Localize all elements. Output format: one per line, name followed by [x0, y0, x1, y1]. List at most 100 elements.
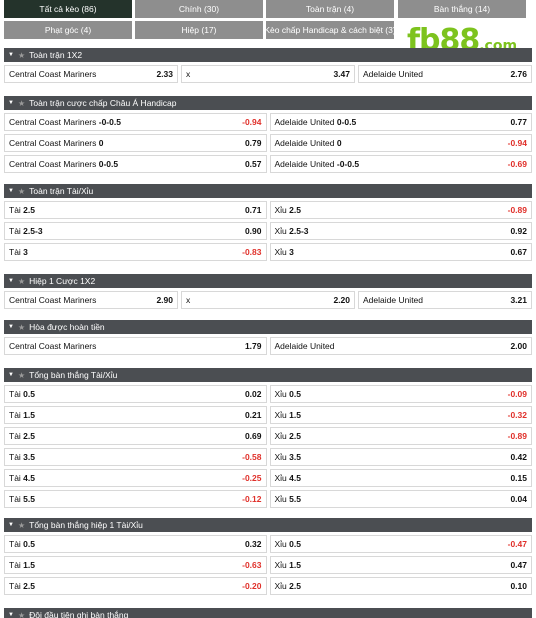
odds-value: 0.02	[244, 389, 262, 399]
favorite-star-icon[interactable]: ★	[18, 611, 25, 618]
selection-label: Central Coast Mariners -0-0.5	[9, 117, 121, 127]
collapse-caret-icon[interactable]: ▼	[8, 100, 14, 106]
selection-label: Tài 3	[9, 247, 28, 257]
odds-selection[interactable]: Tài 0.5 0.32	[4, 535, 267, 553]
odds-selection[interactable]: Central Coast Mariners 0-0.5 0.57	[4, 155, 267, 173]
odds-selection[interactable]: Xỉu 1.5 0.47	[269, 556, 532, 574]
odds-selection[interactable]: Xỉu 0.5 -0.47	[269, 535, 532, 553]
market-header[interactable]: ▼ ★ Đội đầu tiên ghi bàn thắng	[4, 608, 532, 618]
odds-selection[interactable]: Adelaide United 3.21	[358, 291, 532, 309]
odds-selection[interactable]: Xỉu 2.5 -0.89	[269, 201, 532, 219]
favorite-star-icon[interactable]: ★	[18, 187, 25, 196]
odds-selection[interactable]: x 3.47	[181, 65, 355, 83]
odds-selection[interactable]: Xỉu 2.5-3 0.92	[269, 222, 532, 240]
odds-selection[interactable]: Xỉu 2.5 -0.89	[269, 427, 532, 445]
tab-corners[interactable]: Phạt góc (4)	[4, 21, 132, 39]
odds-selection[interactable]: Adelaide United 2.76	[358, 65, 532, 83]
market-section: ▼ ★ Toàn trận cược chấp Châu Á Handicap Cen…	[4, 96, 532, 176]
collapse-caret-icon[interactable]: ▼	[8, 52, 14, 58]
collapse-caret-icon[interactable]: ▼	[8, 372, 14, 378]
odds-row: Tài 1.5 -0.63 Xỉu 1.5 0.47	[4, 556, 532, 574]
odds-selection[interactable]: Xỉu 3.5 0.42	[269, 448, 532, 466]
odds-selection[interactable]: Tài 3.5 -0.58	[4, 448, 267, 466]
collapse-caret-icon[interactable]: ▼	[8, 188, 14, 194]
tab-main[interactable]: Chính (30)	[135, 0, 263, 18]
selection-line: 2.5-3	[286, 226, 309, 236]
odds-selection[interactable]: Tài 1.5 -0.63	[4, 556, 267, 574]
selection-label: Central Coast Mariners	[9, 341, 97, 351]
market-header[interactable]: ▼ ★ Tổng bàn thắng hiệp 1 Tài/Xỉu	[4, 518, 532, 532]
odds-selection[interactable]: Central Coast Mariners 0 0.79	[4, 134, 267, 152]
market-header[interactable]: ▼ ★ Tổng bàn thắng Tài/Xỉu	[4, 368, 532, 382]
selection-label: Xỉu 0.5	[274, 389, 301, 399]
odds-selection[interactable]: Xỉu 5.5 0.04	[269, 490, 532, 508]
selection-label: Xỉu 2.5	[274, 205, 301, 215]
selection-label: Tài 3.5	[9, 452, 35, 462]
market-section: ▼ ★ Tổng bàn thắng Tài/Xỉu Tài 0.5 0.02 Xỉu 0…	[4, 368, 532, 511]
odds-row: Tài 2.5-3 0.90 Xỉu 2.5-3 0.92	[4, 222, 532, 240]
favorite-star-icon[interactable]: ★	[18, 277, 25, 286]
selection-label: Adelaide United -0-0.5	[274, 159, 360, 169]
odds-selection[interactable]: Xỉu 1.5 -0.32	[269, 406, 532, 424]
favorite-star-icon[interactable]: ★	[18, 51, 25, 60]
odds-selection[interactable]: Tài 2.5 -0.20	[4, 577, 267, 595]
collapse-caret-icon[interactable]: ▼	[8, 278, 14, 284]
odds-selection[interactable]: Central Coast Mariners 2.33	[4, 65, 178, 83]
odds-selection[interactable]: Tài 5.5 -0.12	[4, 490, 267, 508]
selection-label: Xỉu 2.5	[274, 581, 301, 591]
odds-selection[interactable]: Central Coast Mariners 1.79	[4, 337, 267, 355]
selection-label: Central Coast Mariners	[9, 69, 97, 79]
odds-value: -0.47	[507, 539, 527, 549]
tab-halves[interactable]: Hiệp (17)	[135, 21, 263, 39]
odds-value: 0.42	[510, 452, 527, 462]
odds-selection[interactable]: x 2.20	[181, 291, 355, 309]
odds-value: 0.92	[510, 226, 527, 236]
selection-label: Xỉu 4.5	[274, 473, 301, 483]
odds-selection[interactable]: Xỉu 0.5 -0.09	[269, 385, 532, 403]
odds-selection[interactable]: Xỉu 4.5 0.15	[269, 469, 532, 487]
odds-value: 0.10	[510, 581, 527, 591]
collapse-caret-icon[interactable]: ▼	[8, 324, 14, 330]
odds-selection[interactable]: Central Coast Mariners 2.90	[4, 291, 178, 309]
odds-selection[interactable]: Xỉu 3 0.67	[269, 243, 532, 261]
market-header[interactable]: ▼ ★ Toàn trận 1X2	[4, 48, 532, 62]
market-header[interactable]: ▼ ★ Toàn trận cược chấp Châu Á Handicap	[4, 96, 532, 110]
tab-goals[interactable]: Bàn thắng (14)	[398, 0, 526, 18]
selection-line: 0	[96, 138, 104, 148]
collapse-caret-icon[interactable]: ▼	[8, 522, 14, 528]
selection-line: 0-0.5	[96, 159, 119, 169]
selection-line: 1.5	[286, 560, 301, 570]
selection-line: 0.5	[20, 539, 35, 549]
market-header[interactable]: ▼ ★ Toàn trận Tài/Xỉu	[4, 184, 532, 198]
odds-selection[interactable]: Tài 4.5 -0.25	[4, 469, 267, 487]
odds-selection[interactable]: Central Coast Mariners -0-0.5 -0.94	[4, 113, 267, 131]
odds-row: Tài 4.5 -0.25 Xỉu 4.5 0.15	[4, 469, 532, 487]
odds-selection[interactable]: Xỉu 2.5 0.10	[269, 577, 532, 595]
favorite-star-icon[interactable]: ★	[18, 99, 25, 108]
odds-selection[interactable]: Tài 0.5 0.02	[4, 385, 267, 403]
odds-selection[interactable]: Adelaide United 0-0.5 0.77	[269, 113, 532, 131]
odds-selection[interactable]: Adelaide United 2.00	[269, 337, 532, 355]
tab-handicap-margin[interactable]: Kèo chấp Handicap & cách biệt (3)	[266, 21, 394, 39]
market-header[interactable]: ▼ ★ Hòa được hoàn tiền	[4, 320, 532, 334]
collapse-caret-icon[interactable]: ▼	[8, 612, 14, 618]
odds-selection[interactable]: Tài 2.5 0.69	[4, 427, 267, 445]
odds-selection[interactable]: Adelaide United 0 -0.94	[269, 134, 532, 152]
tab-all-markets[interactable]: Tất cả kèo (86)	[4, 0, 132, 18]
favorite-star-icon[interactable]: ★	[18, 371, 25, 380]
market-body: Tài 2.5 0.71 Xỉu 2.5 -0.89 Tài 2.5-3 0.90 Xỉu …	[4, 198, 532, 261]
selection-label: Xỉu 2.5-3	[274, 226, 309, 236]
odds-selection[interactable]: Tài 2.5-3 0.90	[4, 222, 267, 240]
odds-selection[interactable]: Tài 2.5 0.71	[4, 201, 267, 219]
favorite-star-icon[interactable]: ★	[18, 323, 25, 332]
odds-selection[interactable]: Tài 3 -0.83	[4, 243, 267, 261]
selection-line: 2.5	[286, 205, 301, 215]
odds-selection[interactable]: Tài 1.5 0.21	[4, 406, 267, 424]
tab-full-match[interactable]: Toàn trận (4)	[266, 0, 394, 18]
favorite-star-icon[interactable]: ★	[18, 521, 25, 530]
odds-selection[interactable]: Adelaide United -0-0.5 -0.69	[269, 155, 532, 173]
selection-label: Xỉu 0.5	[274, 539, 301, 549]
selection-label: Adelaide United	[274, 341, 335, 351]
selection-line: 3	[286, 247, 294, 257]
market-header[interactable]: ▼ ★ Hiệp 1 Cược 1X2	[4, 274, 532, 288]
